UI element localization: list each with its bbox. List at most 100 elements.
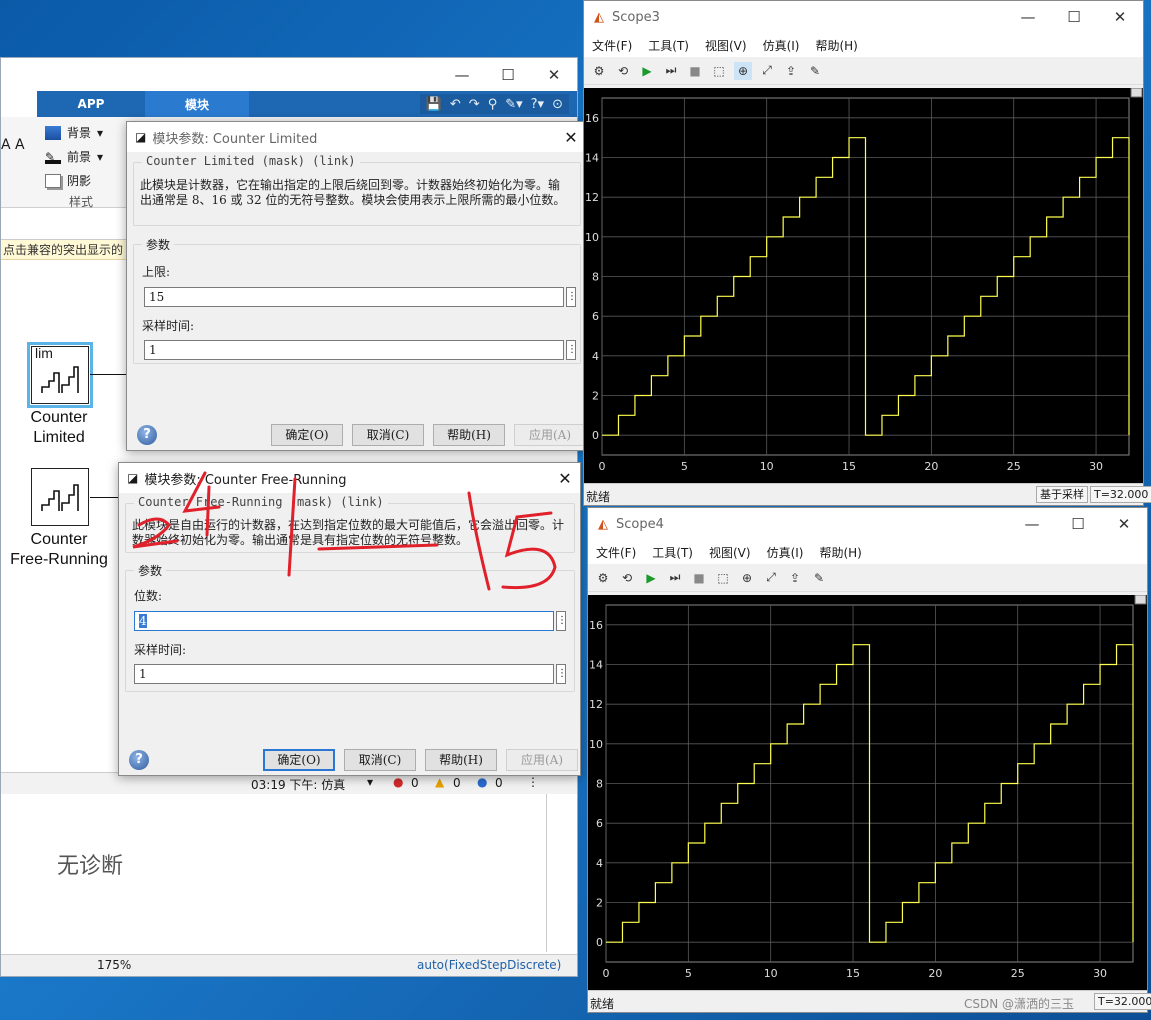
background-button[interactable]: 背景 ▾: [45, 124, 103, 141]
stop-icon[interactable]: ■: [686, 62, 704, 80]
edit-icon[interactable]: ✎: [806, 62, 824, 80]
zoom-level[interactable]: 175%: [97, 958, 131, 972]
edit-icon[interactable]: ✎: [810, 569, 828, 587]
undo-icon[interactable]: ↶: [450, 97, 461, 112]
warning-text: 点击兼容的突出显示的: [3, 243, 124, 257]
autoscale-icon[interactable]: ⤢: [762, 569, 780, 587]
scope-title: Scope4: [616, 516, 664, 532]
more-icon[interactable]: ⋮: [527, 775, 539, 789]
shadow-icon: [45, 173, 61, 188]
minimize-icon[interactable]: —: [1005, 2, 1051, 32]
counter-free-running-block[interactable]: [31, 468, 89, 526]
scope-menu-bar: 文件(F) 工具(T) 视图(V) 仿真(I) 帮助(H): [588, 540, 1147, 564]
menu-file[interactable]: 文件(F): [596, 544, 636, 561]
redo-icon[interactable]: ↷: [469, 97, 480, 112]
divider: [546, 794, 547, 952]
x-tick-label: 15: [846, 967, 860, 980]
run-icon[interactable]: ▶: [638, 62, 656, 80]
solver-link[interactable]: auto(FixedStepDiscrete): [417, 958, 561, 972]
info-icon[interactable]: ●: [477, 775, 487, 789]
maximize-icon[interactable]: ☐: [1055, 509, 1101, 539]
menu-view[interactable]: 视图(V): [705, 37, 747, 54]
apply-button[interactable]: 应用(A): [514, 424, 586, 446]
close-icon[interactable]: ✕: [556, 128, 586, 147]
settings-gear-icon[interactable]: ⚙: [590, 62, 608, 80]
counter-limited-block[interactable]: lim: [27, 342, 93, 408]
scope-title-bar: ◭ Scope3 — ☐ ✕: [584, 1, 1143, 33]
foreground-button[interactable]: ✎ 前景 ▾: [45, 148, 103, 165]
close-icon[interactable]: ✕: [531, 60, 577, 90]
maximize-icon[interactable]: ☐: [1051, 2, 1097, 32]
cursor-icon[interactable]: ⇪: [782, 62, 800, 80]
font-size-label[interactable]: A A: [1, 137, 25, 153]
upper-limit-field[interactable]: 15: [144, 287, 564, 307]
error-icon[interactable]: ●: [393, 775, 403, 789]
help-icon[interactable]: ?▾: [531, 97, 544, 112]
minimize-icon[interactable]: —: [1009, 509, 1055, 539]
more-options-icon[interactable]: ⋮: [566, 340, 577, 360]
tab-app[interactable]: APP: [37, 91, 145, 117]
diagnostics-message: 无诊断: [57, 854, 124, 879]
x-tick-label: 25: [1011, 967, 1025, 980]
step-back-icon[interactable]: ⟲: [618, 569, 636, 587]
highlight-icon[interactable]: ⬚: [714, 569, 732, 587]
menu-tools[interactable]: 工具(T): [652, 544, 693, 561]
step-forward-icon[interactable]: ⏭: [662, 62, 680, 80]
maximize-icon[interactable]: ☐: [485, 60, 531, 90]
chevron-down-icon[interactable]: ▾: [367, 775, 373, 789]
autoscale-icon[interactable]: ⤢: [758, 62, 776, 80]
bit-count-field[interactable]: 4: [134, 611, 554, 631]
zoom-icon[interactable]: ⊕: [734, 61, 752, 80]
help-icon[interactable]: ?: [129, 750, 149, 770]
scope4-plot[interactable]: 0 5 10 15 20 25 30 0 2 4 6 8 10 12 14 16: [588, 595, 1147, 992]
cancel-button[interactable]: 取消(C): [352, 424, 424, 446]
y-tick-label: 4: [596, 857, 603, 870]
apply-button[interactable]: 应用(A): [506, 749, 578, 771]
close-icon[interactable]: ✕: [1097, 2, 1143, 32]
expand-icon[interactable]: ⊙: [552, 97, 563, 112]
tools-icon[interactable]: ✎▾: [505, 97, 522, 112]
matlab-logo-icon: ◭: [598, 516, 608, 532]
x-tick-label: 25: [1007, 460, 1021, 473]
menu-tools[interactable]: 工具(T): [648, 37, 689, 54]
ok-button[interactable]: 确定(O): [263, 749, 335, 771]
menu-help[interactable]: 帮助(H): [815, 37, 857, 54]
sample-time-field[interactable]: 1: [134, 664, 554, 684]
sample-time-field[interactable]: 1: [144, 340, 564, 360]
more-options-icon[interactable]: ⋮: [566, 287, 577, 307]
cursor-icon[interactable]: ⇪: [786, 569, 804, 587]
sample-time-label: 采样时间:: [142, 319, 195, 333]
zoom-icon[interactable]: ⊕: [738, 569, 756, 587]
ok-button[interactable]: 确定(O): [271, 424, 343, 446]
warning-icon[interactable]: ▲: [435, 775, 444, 789]
more-options-icon[interactable]: ⋮: [556, 664, 567, 684]
highlight-icon[interactable]: ⬚: [710, 62, 728, 80]
foreground-label: 前景: [67, 150, 92, 164]
tab-block[interactable]: 模块: [145, 91, 249, 117]
close-icon[interactable]: ✕: [1101, 509, 1147, 539]
menu-simulation[interactable]: 仿真(I): [767, 544, 804, 561]
counter-limited-label: Counter Limited: [30, 409, 88, 446]
menu-simulation[interactable]: 仿真(I): [763, 37, 800, 54]
help-button[interactable]: 帮助(H): [425, 749, 497, 771]
help-button[interactable]: 帮助(H): [433, 424, 505, 446]
cancel-button[interactable]: 取消(C): [344, 749, 416, 771]
minimize-icon[interactable]: —: [439, 60, 485, 90]
menu-help[interactable]: 帮助(H): [819, 544, 861, 561]
y-tick-label: 6: [592, 310, 599, 323]
search-icon[interactable]: ⚲: [488, 97, 498, 112]
step-back-icon[interactable]: ⟲: [614, 62, 632, 80]
run-icon[interactable]: ▶: [642, 569, 660, 587]
help-icon[interactable]: ?: [137, 425, 157, 445]
save-icon[interactable]: 💾: [426, 97, 442, 112]
stop-icon[interactable]: ■: [690, 569, 708, 587]
shadow-button[interactable]: 阴影: [45, 172, 91, 189]
menu-file[interactable]: 文件(F): [592, 37, 632, 54]
scope3-plot[interactable]: 0 5 10 15 20 25 30 0 2 4 6 8 10 12 14 16: [584, 88, 1143, 485]
settings-gear-icon[interactable]: ⚙: [594, 569, 612, 587]
more-options-icon[interactable]: ⋮: [556, 611, 567, 631]
step-forward-icon[interactable]: ⏭: [666, 569, 684, 587]
menu-view[interactable]: 视图(V): [709, 544, 751, 561]
tab-current[interactable]: [1, 91, 37, 117]
undock-icon: [1130, 88, 1143, 98]
